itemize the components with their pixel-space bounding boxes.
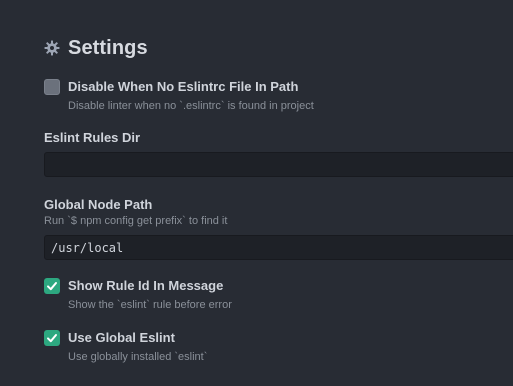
checkmark-icon [47, 334, 57, 343]
setting-label[interactable]: Use Global Eslint [68, 329, 207, 347]
section-heading: Settings [44, 34, 148, 62]
page-title: Settings [68, 36, 148, 59]
settings-panel: Settings Disable When No Eslintrc File I… [0, 0, 513, 386]
global-node-path-input[interactable] [44, 235, 513, 260]
setting-disable-no-eslintrc: Disable When No Eslintrc File In Path Di… [44, 78, 314, 113]
setting-text: Show Rule Id In Message Show the `eslint… [68, 277, 232, 312]
eslint-rules-dir-input[interactable] [44, 152, 513, 177]
setting-use-global-eslint: Use Global Eslint Use globally installed… [44, 329, 207, 364]
setting-description: Use globally installed `eslint` [68, 351, 208, 363]
global-node-path-label: Global Node Path [44, 197, 153, 212]
gear-icon [44, 40, 60, 56]
setting-label[interactable]: Show Rule Id In Message [68, 277, 232, 295]
use-global-eslint-checkbox[interactable] [44, 330, 60, 346]
setting-text: Disable When No Eslintrc File In Path Di… [68, 78, 314, 113]
checkmark-icon [47, 282, 57, 291]
setting-show-rule-id: Show Rule Id In Message Show the `eslint… [44, 277, 232, 312]
eslint-rules-dir-label: Eslint Rules Dir [44, 130, 141, 145]
setting-text: Use Global Eslint Use globally installed… [68, 329, 207, 364]
setting-description: Disable linter when no `.eslintrc` is fo… [68, 100, 314, 112]
setting-label[interactable]: Disable When No Eslintrc File In Path [68, 78, 314, 96]
setting-description: Show the `eslint` rule before error [68, 299, 232, 311]
disable-no-eslintrc-checkbox[interactable] [44, 79, 60, 95]
show-rule-id-checkbox[interactable] [44, 278, 60, 294]
global-node-path-description: Run `$ npm config get prefix` to find it [44, 215, 228, 227]
